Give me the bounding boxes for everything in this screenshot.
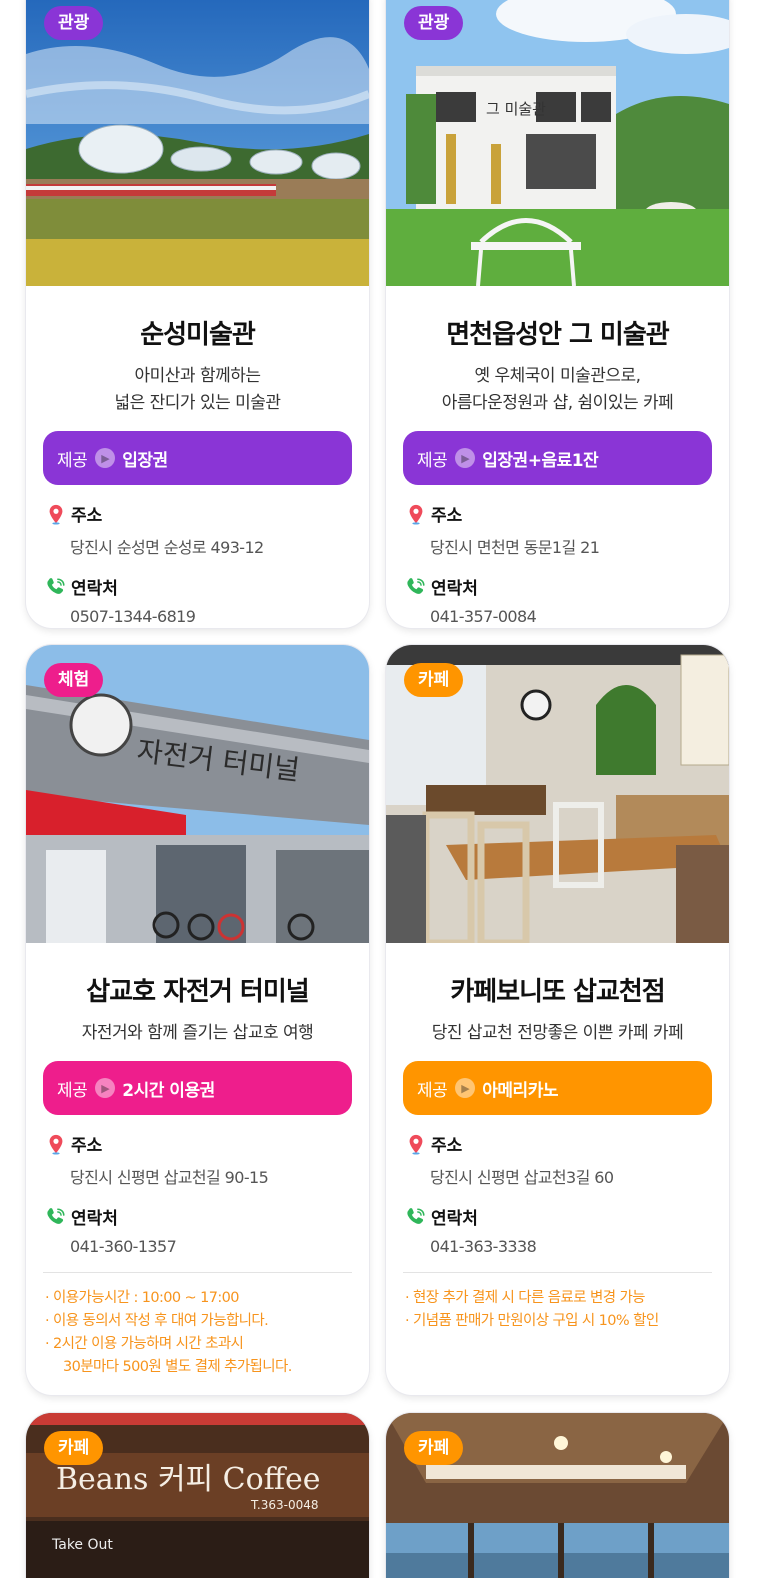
notice-item: · 기념품 판매가 만원이상 구입 시 10% 할인: [405, 1313, 659, 1329]
place-photo: 카페: [386, 1413, 729, 1578]
chevron-right-icon: ▶: [95, 1078, 116, 1098]
offer-value: 아메리카노: [482, 1080, 558, 1101]
category-badge: 관광: [404, 6, 464, 40]
category-badge: 체험: [44, 663, 104, 697]
place-card[interactable]: 그 미술관 관광 면천읍성안 그 미술관 옛 우체국이 미술관으로, 아름다운정…: [386, 0, 729, 628]
place-title: 삽교호 자전거 터미널: [86, 977, 309, 1007]
description-line: 옛 우체국이 미술관으로,: [474, 366, 641, 386]
notice-item: · 이용가능시간 : 10:00 ~ 17:00: [45, 1290, 240, 1306]
phone-value[interactable]: 041-360-1357: [70, 1237, 352, 1256]
place-card[interactable]: 관광 순성미술관 아미산과 함께하는 넓은 잔디가 있는 미술관 제공 ▶ 입장…: [26, 0, 369, 628]
place-card[interactable]: 카페: [386, 1413, 729, 1578]
address-value: 당진시 신평면 삽교천길 90-15: [70, 1168, 269, 1187]
address-value: 당진시 순성면 순성로 493-12: [70, 538, 264, 557]
place-card[interactable]: Beans 커피 Coffee T.363-0048 Take Out 카페: [26, 1413, 369, 1578]
phone-icon: [405, 1206, 427, 1228]
contact-label: 연락처: [71, 1209, 118, 1229]
phone-icon: [405, 576, 427, 598]
contact-heading: 연락처: [43, 574, 352, 599]
category-badge: 카페: [404, 663, 464, 697]
divider: [43, 1272, 352, 1273]
notice-item: · 이용 동의서 작성 후 대여 가능합니다.: [45, 1313, 269, 1329]
address-label: 주소: [71, 1136, 103, 1156]
place-description: 당진 삽교천 전망좋은 이쁜 카페 카페: [403, 1020, 712, 1047]
description-line: 자전거와 함께 즐기는 삽교호 여행: [81, 1023, 314, 1043]
notice-list: · 현장 추가 결제 시 다른 음료로 변경 가능 · 기념품 판매가 만원이상…: [403, 1287, 712, 1333]
offer-label: 제공: [417, 450, 448, 471]
description-line: 아미산과 함께하는: [134, 366, 261, 386]
contact-label: 연락처: [431, 1209, 478, 1229]
address-label: 주소: [431, 506, 463, 526]
address-heading: 주소: [403, 1131, 712, 1156]
place-photo: 카페: [386, 645, 729, 943]
address-heading: 주소: [43, 501, 352, 526]
notice-list: · 이용가능시간 : 10:00 ~ 17:00 · 이용 동의서 작성 후 대…: [43, 1287, 352, 1379]
divider: [403, 1272, 712, 1273]
category-badge: 관광: [44, 6, 104, 40]
description-line: 당진 삽교천 전망좋은 이쁜 카페 카페: [431, 1023, 684, 1043]
place-card[interactable]: 자전거 터미널 체험 삽교호 자전거 터미널 자전거와 함께 즐기는 삽교호 여…: [26, 645, 369, 1395]
description-line: 넓은 잔디가 있는 미술관: [114, 393, 281, 413]
sign-small-text: Take Out: [51, 1537, 113, 1553]
offer-label: 제공: [57, 1080, 88, 1101]
place-title: 면천읍성안 그 미술관: [446, 320, 669, 350]
svg-text:그 미술관: 그 미술관: [486, 100, 546, 118]
offer-value: 입장권+음료1잔: [482, 450, 599, 471]
sign-phone: T.363-0048: [250, 1498, 319, 1512]
location-pin-icon: [405, 1133, 427, 1155]
contact-heading: 연락처: [403, 1204, 712, 1229]
offer-banner[interactable]: 제공 ▶ 입장권: [43, 431, 352, 485]
address-heading: 주소: [403, 501, 712, 526]
contact-heading: 연락처: [43, 1204, 352, 1229]
offer-banner[interactable]: 제공 ▶ 입장권+음료1잔: [403, 431, 712, 485]
offer-value: 2시간 이용권: [122, 1080, 215, 1101]
phone-value[interactable]: 041-357-0084: [430, 607, 712, 626]
offer-label: 제공: [57, 450, 88, 471]
category-badge: 카페: [404, 1431, 464, 1465]
chevron-right-icon: ▶: [455, 448, 476, 468]
address-value: 당진시 면천면 동문1길 21: [430, 538, 600, 557]
category-badge: 카페: [44, 1431, 104, 1465]
phone-icon: [45, 1206, 67, 1228]
description-line: 아름다운정원과 샵, 쉼이있는 카페: [441, 393, 674, 413]
notice-item: · 현장 추가 결제 시 다른 음료로 변경 가능: [405, 1290, 646, 1306]
place-title: 순성미술관: [140, 320, 256, 350]
offer-banner[interactable]: 제공 ▶ 아메리카노: [403, 1061, 712, 1115]
place-photo: 관광: [26, 0, 369, 286]
contact-heading: 연락처: [403, 574, 712, 599]
place-card[interactable]: 카페 카페보니또 삽교천점 당진 삽교천 전망좋은 이쁜 카페 카페 제공 ▶ …: [386, 645, 729, 1395]
phone-value[interactable]: 041-363-3338: [430, 1237, 712, 1256]
phone-value[interactable]: 0507-1344-6819: [70, 607, 352, 626]
chevron-right-icon: ▶: [455, 1078, 476, 1098]
address-label: 주소: [431, 1136, 463, 1156]
notice-item: 30분마다 500원 별도 결제 추가됩니다.: [63, 1359, 292, 1375]
address-value: 당진시 신평면 삽교천3길 60: [430, 1168, 614, 1187]
location-pin-icon: [45, 503, 67, 525]
place-photo: 그 미술관 관광: [386, 0, 729, 286]
offer-banner[interactable]: 제공 ▶ 2시간 이용권: [43, 1061, 352, 1115]
contact-label: 연락처: [431, 579, 478, 599]
place-description: 아미산과 함께하는 넓은 잔디가 있는 미술관: [43, 363, 352, 417]
contact-label: 연락처: [71, 579, 118, 599]
location-pin-icon: [405, 503, 427, 525]
phone-icon: [45, 576, 67, 598]
chevron-right-icon: ▶: [95, 448, 116, 468]
place-photo: 자전거 터미널 체험: [26, 645, 369, 943]
offer-label: 제공: [417, 1080, 448, 1101]
address-label: 주소: [71, 506, 103, 526]
notice-item: · 2시간 이용 가능하며 시간 초과시: [45, 1336, 244, 1352]
place-photo: Beans 커피 Coffee T.363-0048 Take Out 카페: [26, 1413, 369, 1578]
offer-value: 입장권: [122, 450, 168, 471]
place-title: 카페보니또 삽교천점: [450, 977, 665, 1007]
sign-text: Beans 커피 Coffee: [56, 1462, 321, 1497]
place-description: 자전거와 함께 즐기는 삽교호 여행: [43, 1020, 352, 1047]
location-pin-icon: [45, 1133, 67, 1155]
place-description: 옛 우체국이 미술관으로, 아름다운정원과 샵, 쉼이있는 카페: [403, 363, 712, 417]
address-heading: 주소: [43, 1131, 352, 1156]
